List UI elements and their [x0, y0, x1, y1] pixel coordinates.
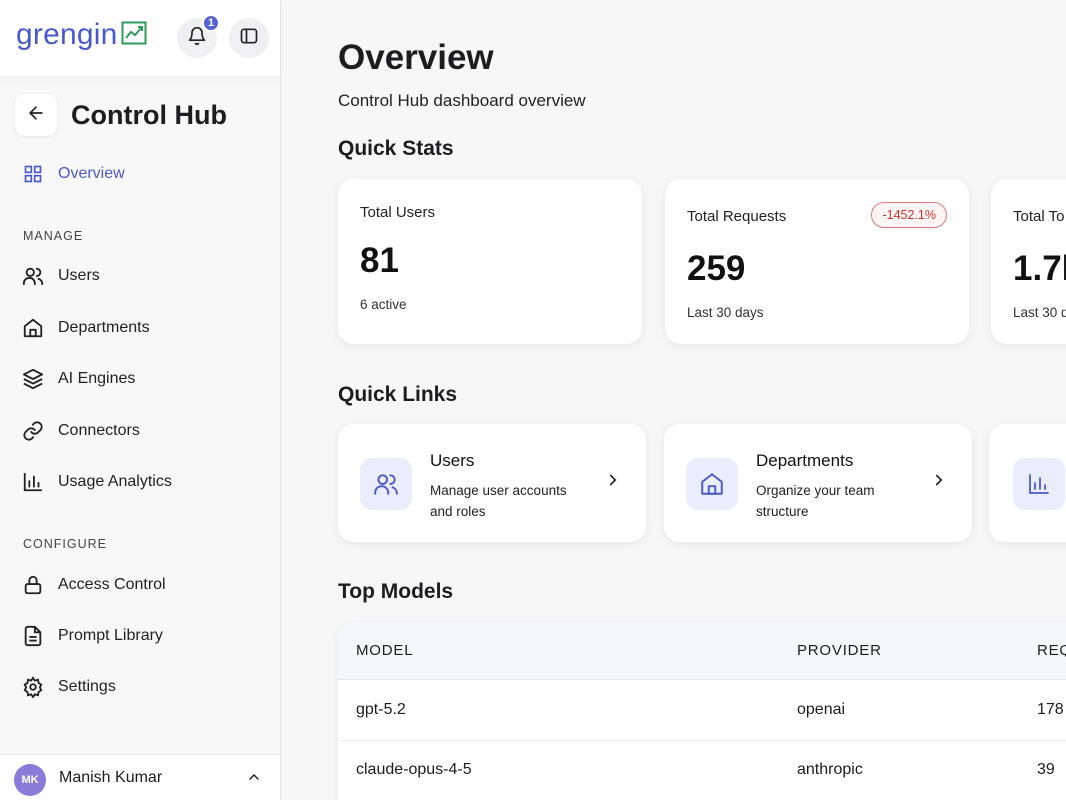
logo-text: grengin — [16, 18, 118, 51]
hub-header: Control Hub — [15, 94, 227, 136]
user-menu[interactable]: MK Manish Kumar — [0, 754, 280, 800]
notifications-button[interactable]: 1 — [177, 14, 220, 58]
bar-chart-icon — [1013, 458, 1065, 510]
cell-model: gpt-5.2 — [356, 701, 406, 718]
sidebar: grengin 1 Control Hub Overview MANAGE Us… — [0, 0, 281, 800]
sidebar-item-label: Departments — [58, 319, 150, 336]
stat-label: Total To — [1013, 208, 1065, 225]
link-description: Organize your team structure — [756, 483, 875, 519]
lock-icon — [22, 574, 44, 596]
main-content: Overview Control Hub dashboard overview … — [281, 0, 1066, 800]
avatar: MK — [14, 764, 46, 796]
sidebar-item-prompt-library[interactable]: Prompt Library — [22, 625, 163, 647]
trend-chart-icon — [121, 21, 147, 50]
stat-card-total-requests: Total Requests -1452.1% 259 Last 30 days — [665, 179, 969, 344]
stat-value: 259 — [687, 249, 746, 288]
sidebar-item-connectors[interactable]: Connectors — [22, 420, 140, 442]
quick-links-title: Quick Links — [338, 383, 458, 406]
sidebar-item-departments[interactable]: Departments — [22, 317, 150, 339]
bar-chart-icon — [22, 471, 44, 493]
stat-value: 1.7k — [1013, 249, 1066, 288]
link-title: Users — [430, 451, 475, 470]
user-name: Manish Kumar — [59, 769, 163, 786]
stat-card-total-users: Total Users 81 6 active — [338, 179, 642, 344]
quick-stats-title: Quick Stats — [338, 137, 454, 160]
document-icon — [22, 625, 44, 647]
table-row[interactable]: gpt-5.2 openai 178 — [338, 681, 1066, 741]
sidebar-item-label: Access Control — [58, 576, 166, 593]
users-icon — [360, 458, 412, 510]
sidebar-item-users[interactable]: Users — [22, 265, 100, 287]
chevron-right-icon — [930, 471, 948, 494]
stat-note: 6 active — [360, 297, 407, 312]
gear-icon — [22, 676, 44, 698]
layers-icon — [22, 368, 44, 390]
cell-model: claude-opus-4-5 — [356, 761, 472, 778]
building-icon — [686, 458, 738, 510]
sidebar-item-settings[interactable]: Settings — [22, 676, 116, 698]
table-header: MODEL PROVIDER REQ — [338, 622, 1066, 680]
sidebar-item-label: Users — [58, 267, 100, 284]
sidebar-item-label: Connectors — [58, 422, 140, 439]
top-models-table: MODEL PROVIDER REQ gpt-5.2 openai 178 cl… — [338, 622, 1066, 800]
notification-badge: 1 — [202, 14, 220, 32]
brand-bar: grengin 1 — [0, 0, 280, 76]
users-icon — [22, 265, 44, 287]
sidebar-item-label: AI Engines — [58, 370, 136, 387]
hub-title: Control Hub — [71, 99, 227, 130]
column-header-provider: PROVIDER — [797, 642, 882, 659]
manage-section-label: MANAGE — [23, 229, 84, 243]
link-title: Departments — [756, 451, 854, 470]
sidebar-item-label: Overview — [58, 165, 125, 182]
top-models-title: Top Models — [338, 580, 454, 603]
sidebar-item-access-control[interactable]: Access Control — [22, 574, 166, 596]
arrow-left-icon — [26, 103, 46, 128]
quick-link-departments[interactable]: Departments Organize your team structure — [664, 424, 972, 542]
quick-link-users[interactable]: Users Manage user accounts and roles — [338, 424, 646, 542]
sidebar-item-label: Settings — [58, 678, 116, 695]
cell-requests: 178 — [1037, 701, 1064, 718]
sidebar-item-label: Prompt Library — [58, 627, 163, 644]
cell-provider: openai — [797, 701, 846, 718]
grid-icon — [22, 163, 44, 185]
stat-card-total-tokens: Total To 1.7k Last 30 d — [991, 179, 1066, 344]
stat-label: Total Requests — [687, 208, 787, 225]
link-description: Manage user accounts and roles — [430, 483, 567, 519]
stat-note: Last 30 days — [687, 305, 764, 320]
sidebar-toggle-button[interactable] — [229, 18, 269, 58]
building-icon — [22, 317, 44, 339]
change-badge: -1452.1% — [871, 202, 947, 228]
sidebar-panel-icon — [239, 26, 259, 51]
cell-requests: 39 — [1037, 761, 1055, 778]
configure-section-label: CONFIGURE — [23, 537, 107, 551]
page-subtitle: Control Hub dashboard overview — [338, 91, 586, 110]
link-icon — [22, 420, 44, 442]
quick-link-usage-analytics[interactable] — [989, 424, 1066, 542]
chevron-right-icon — [604, 471, 622, 494]
page-title: Overview — [338, 38, 494, 77]
table-row[interactable]: claude-opus-4-5 anthropic 39 — [338, 741, 1066, 800]
logo[interactable]: grengin — [16, 18, 147, 52]
stat-label: Total Users — [360, 204, 436, 221]
sidebar-item-ai-engines[interactable]: AI Engines — [22, 368, 135, 390]
sidebar-item-overview[interactable]: Overview — [22, 163, 125, 185]
sidebar-item-label: Usage Analytics — [58, 473, 172, 490]
column-header-model: MODEL — [356, 642, 414, 659]
cell-provider: anthropic — [797, 761, 863, 778]
column-header-requests: REQ — [1037, 642, 1066, 659]
back-button[interactable] — [15, 94, 57, 136]
stat-note: Last 30 d — [1013, 305, 1066, 320]
stat-value: 81 — [360, 241, 399, 280]
chevron-up-icon — [246, 769, 262, 790]
sidebar-item-usage-analytics[interactable]: Usage Analytics — [22, 471, 172, 493]
